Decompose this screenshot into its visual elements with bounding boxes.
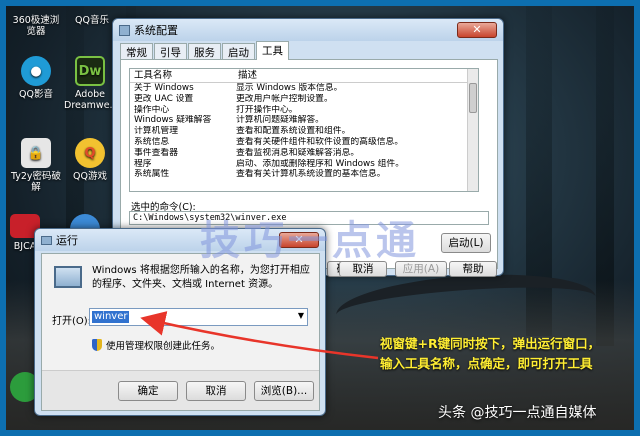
arrow-line xyxy=(140,311,379,360)
annotation-line: 视窗键+R键同时按下，弹出运行窗口， xyxy=(380,336,601,351)
tab-tools[interactable]: 工具 xyxy=(256,41,289,60)
brand-credit: 头条 @技巧一点通自媒体 xyxy=(438,405,597,421)
annotation-text: 视窗键+R键同时按下，弹出运行窗口， 输入工具名称，点确定，即可打开工具 xyxy=(380,334,600,374)
annotation-line: 输入工具名称，点确定，即可打开工具 xyxy=(380,356,593,371)
